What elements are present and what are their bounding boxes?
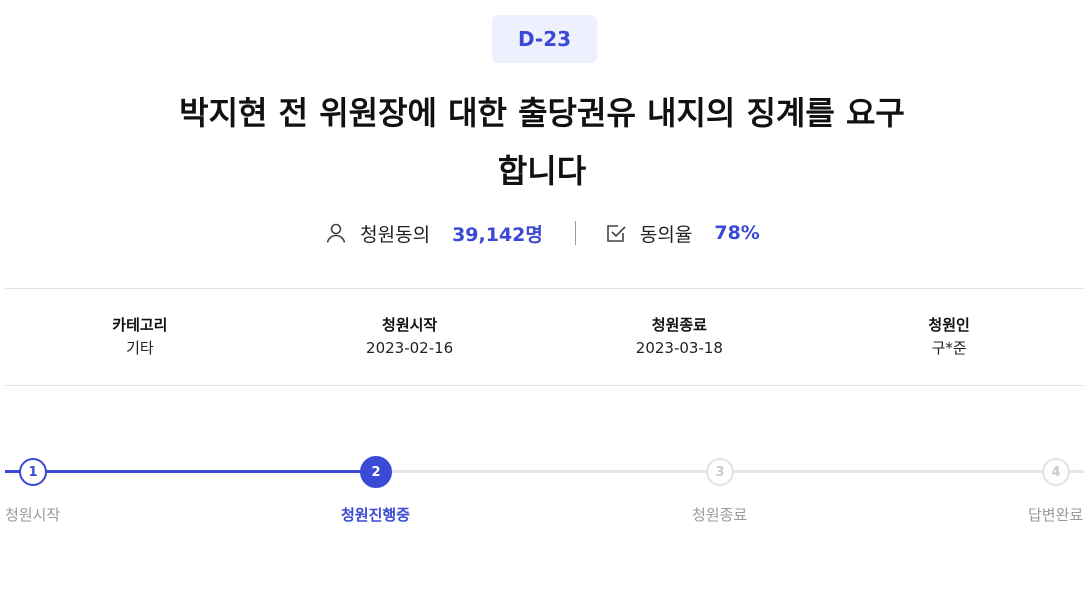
stats-divider xyxy=(574,221,576,245)
d-day-badge: D-23 xyxy=(492,15,597,63)
checkbox-icon xyxy=(604,221,628,245)
petition-stats: 청원동의 39,142명 동의율 78% xyxy=(0,216,1084,250)
agree-rate-stat: 동의율 78% xyxy=(604,220,760,247)
info-petitioner-value: 구*준 xyxy=(931,339,967,357)
step-node-3: 3 xyxy=(706,458,734,486)
progress-stepper: 1 2 3 4 청원시작 청원진행중 청원종료 답변완료 xyxy=(0,450,1084,540)
petition-info-table: 카테고리 기타 청원시작 2023-02-16 청원종료 2023-03-18 … xyxy=(5,288,1084,386)
agree-count-stat: 청원동의 39,142명 xyxy=(324,220,543,247)
step-label-2: 청원진행중 xyxy=(341,506,411,524)
info-start-head: 청원시작 xyxy=(382,316,438,334)
info-start-date: 청원시작 2023-02-16 xyxy=(275,289,545,385)
info-start-value: 2023-02-16 xyxy=(366,339,454,357)
agree-rate-value: 78% xyxy=(714,222,760,244)
info-end-date: 청원종료 2023-03-18 xyxy=(545,289,815,385)
petition-title-line1: 박지현 전 위원장에 대한 출당권유 내지의 징계를 요구 xyxy=(179,94,905,132)
step-label-1: 청원시작 xyxy=(5,506,61,524)
info-end-head: 청원종료 xyxy=(651,316,707,334)
step-node-1: 1 xyxy=(19,458,47,486)
agree-count-label: 청원동의 xyxy=(360,223,431,246)
step-label-3: 청원종료 xyxy=(692,506,748,524)
progress-track-done xyxy=(5,470,376,473)
info-petitioner-head: 청원인 xyxy=(928,316,970,334)
info-end-value: 2023-03-18 xyxy=(635,339,723,357)
info-category: 카테고리 기타 xyxy=(5,289,275,385)
petition-title-line2: 합니다 xyxy=(497,152,587,190)
step-node-2: 2 xyxy=(360,456,392,488)
step-node-4: 4 xyxy=(1042,458,1070,486)
agree-rate-label: 동의율 xyxy=(639,223,693,246)
user-icon xyxy=(324,221,348,245)
info-category-head: 카테고리 xyxy=(112,316,168,334)
info-petitioner: 청원인 구*준 xyxy=(814,289,1084,385)
agree-count-value: 39,142명 xyxy=(452,223,543,246)
info-category-value: 기타 xyxy=(126,339,154,357)
step-label-4: 답변완료 xyxy=(1028,506,1084,524)
petition-title: 박지현 전 위원장에 대한 출당권유 내지의 징계를 요구 합니다 xyxy=(90,84,994,200)
